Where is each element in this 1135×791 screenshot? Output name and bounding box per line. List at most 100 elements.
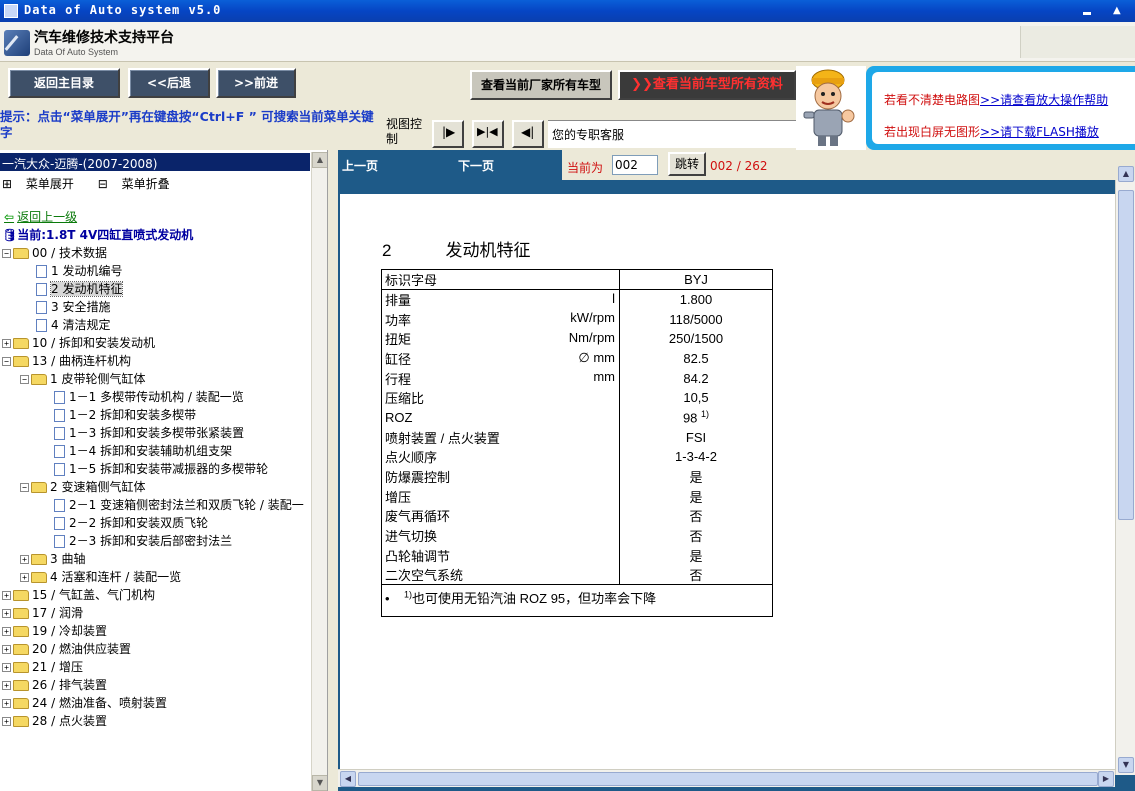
spec-cell-value: 否: [620, 506, 773, 526]
spec-unit: l: [612, 291, 615, 306]
collapse-node-icon[interactable]: −: [2, 249, 11, 258]
table-row: 凸轮轴调节 是: [381, 545, 773, 566]
spec-cell-label: 凸轮轴调节: [381, 545, 620, 566]
tree-item[interactable]: 1－3 拆卸和安装多楔带张紧装置: [54, 424, 244, 442]
menu-expand-button[interactable]: ⊞ 菜单展开: [2, 177, 84, 191]
tree-item[interactable]: +20 / 燃油供应装置: [2, 640, 131, 658]
tree-item[interactable]: +10 / 拆卸和安装发动机: [2, 334, 155, 352]
expand-node-icon[interactable]: +: [20, 573, 29, 582]
doc-scroll-right-button[interactable]: ▶: [1098, 771, 1114, 787]
tree-item[interactable]: +15 / 气缸盖、气门机构: [2, 586, 155, 604]
tree-item[interactable]: +26 / 排气装置: [2, 676, 107, 694]
doc-scroll-left-button[interactable]: ◀: [340, 771, 356, 787]
tree-item[interactable]: 2－1 变速箱侧密封法兰和双质飞轮 / 装配一: [54, 496, 304, 514]
expand-node-icon[interactable]: +: [2, 591, 11, 600]
expand-node-icon[interactable]: +: [2, 609, 11, 618]
tree-item[interactable]: 3 安全措施: [36, 298, 110, 316]
view-left-button[interactable]: |▶: [432, 120, 464, 148]
doc-scroll-up-button[interactable]: ▲: [1118, 166, 1134, 182]
tree-item[interactable]: − 13 / 曲柄连杆机构: [2, 352, 131, 370]
page-icon: [54, 409, 65, 422]
page-icon: [54, 499, 65, 512]
expand-node-icon[interactable]: +: [2, 645, 11, 654]
tree-item[interactable]: 1－5 拆卸和安装带减振器的多楔带轮: [54, 460, 268, 478]
left-scrollbar[interactable]: ▲ ▼: [311, 152, 327, 791]
minimize-button[interactable]: [1079, 4, 1095, 18]
tree-item[interactable]: 2－3 拆卸和安装后部密封法兰: [54, 532, 232, 550]
tree-item[interactable]: 2－2 拆卸和安装双质飞轮: [54, 514, 208, 532]
spec-value: 118/5000: [669, 311, 723, 327]
back-up-link[interactable]: ⇦ 返回上一级: [4, 208, 77, 225]
header-right-panel: [1020, 26, 1135, 58]
tree-item[interactable]: 4 清洁规定: [36, 316, 110, 334]
folder-icon: [31, 572, 47, 583]
expand-node-icon[interactable]: +: [2, 339, 11, 348]
flash-download-link[interactable]: >>请下载FLASH播放: [980, 125, 1099, 139]
tree-item[interactable]: 1 发动机编号: [36, 262, 122, 280]
view-center-button[interactable]: ▶|◀: [472, 120, 504, 148]
tree-item[interactable]: +19 / 冷却装置: [2, 622, 107, 640]
tree-item[interactable]: − 00 / 技术数据: [2, 244, 107, 262]
bottom-scrollbar[interactable]: ◀ ▶: [338, 769, 1115, 787]
spec-cell-value: 是: [620, 486, 773, 506]
tree-item[interactable]: +21 / 增压: [2, 658, 83, 676]
tree-item[interactable]: 2 发动机特征: [36, 280, 124, 298]
spec-value: 1.800: [679, 292, 713, 308]
expand-node-icon[interactable]: +: [2, 627, 11, 636]
collapse-node-icon[interactable]: −: [20, 375, 29, 384]
menu-collapse-button[interactable]: ⊟ 菜单折叠: [98, 177, 180, 191]
collapse-node-icon[interactable]: −: [20, 483, 29, 492]
spec-footnote-ref: 1): [701, 409, 710, 420]
tree-item[interactable]: − 2 变速箱侧气缸体: [20, 478, 145, 496]
zoom-help-link[interactable]: >>请查看放大操作帮助: [980, 93, 1108, 107]
table-row: 增压 是: [381, 486, 773, 507]
tree-item[interactable]: +24 / 燃油准备、喷射装置: [2, 694, 167, 712]
all-data-button[interactable]: ❯❯查看当前车型所有资料: [618, 70, 796, 100]
right-scrollbar[interactable]: ▲ ▼: [1115, 166, 1135, 775]
prev-page-button[interactable]: 上一页: [342, 157, 378, 174]
tree-item[interactable]: 1－1 多楔带传动机构 / 装配一览: [54, 388, 244, 406]
spec-label: 功率: [385, 312, 412, 328]
expand-node-icon[interactable]: +: [2, 663, 11, 672]
collapse-node-icon[interactable]: −: [2, 357, 11, 366]
tree-item[interactable]: +28 / 点火装置: [2, 712, 107, 730]
jump-button[interactable]: 跳转: [668, 152, 706, 176]
left-panel: 一汽大众-迈腾-(2007-2008) ⊞ 菜单展开 ⊟ 菜单折叠 ⇦ 返回上一级…: [0, 150, 328, 791]
expand-node-icon[interactable]: +: [2, 717, 11, 726]
forward-button[interactable]: >>前进: [216, 68, 296, 98]
tree-item-label: 1 发动机编号: [51, 264, 123, 278]
tree-item[interactable]: 1－4 拆卸和安装辅助机组支架: [54, 442, 232, 460]
tree-item[interactable]: +3 曲轴: [20, 550, 85, 568]
doc-scroll-thumb[interactable]: [1118, 190, 1134, 520]
tree-item[interactable]: 1－2 拆卸和安装多楔带: [54, 406, 196, 424]
back-button[interactable]: <<后退: [128, 68, 210, 98]
current-node: 🛢当前:1.8T 4V四缸直喷式发动机: [2, 226, 193, 243]
tree-item-label: 24 / 燃油准备、喷射装置: [32, 696, 167, 710]
tree-item[interactable]: +17 / 润滑: [2, 604, 83, 622]
collapse-icon: ⊟: [97, 177, 108, 191]
main-menu-button[interactable]: 返回主目录: [8, 68, 120, 98]
spec-cell-label: 增压: [381, 486, 620, 507]
table-row: 点火顺序 1-3-4-2: [381, 447, 773, 467]
tree-item-label: 1－5 拆卸和安装带减振器的多楔带轮: [69, 462, 269, 476]
tree-item[interactable]: +4 活塞和连杆 / 装配一览: [20, 568, 181, 586]
expand-node-icon[interactable]: +: [2, 681, 11, 690]
back-up-label: 返回上一级: [17, 210, 78, 224]
spec-label: 行程: [385, 371, 412, 387]
tree-item-label: 4 清洁规定: [51, 318, 111, 332]
spec-cell-value: 1-3-4-2: [620, 447, 773, 467]
doc-scroll-down-button[interactable]: ▼: [1118, 757, 1134, 773]
spec-value: 84.2: [683, 370, 709, 386]
tree-item[interactable]: − 1 皮带轮侧气缸体: [20, 370, 145, 388]
view-right-button[interactable]: ◀|: [512, 120, 544, 148]
expand-node-icon[interactable]: +: [2, 699, 11, 708]
spec-cell-label: 排量 l: [381, 289, 620, 310]
doc-hscroll-thumb[interactable]: [358, 772, 1098, 786]
expand-node-icon[interactable]: +: [20, 555, 29, 564]
next-page-button[interactable]: 下一页: [458, 157, 494, 174]
all-models-button[interactable]: 查看当前厂家所有车型: [470, 70, 612, 100]
scroll-down-button[interactable]: ▼: [312, 775, 327, 791]
scroll-up-button[interactable]: ▲: [312, 152, 327, 168]
page-number-input[interactable]: [612, 155, 658, 175]
scroll-up-icon[interactable]: ▲: [1113, 5, 1125, 17]
